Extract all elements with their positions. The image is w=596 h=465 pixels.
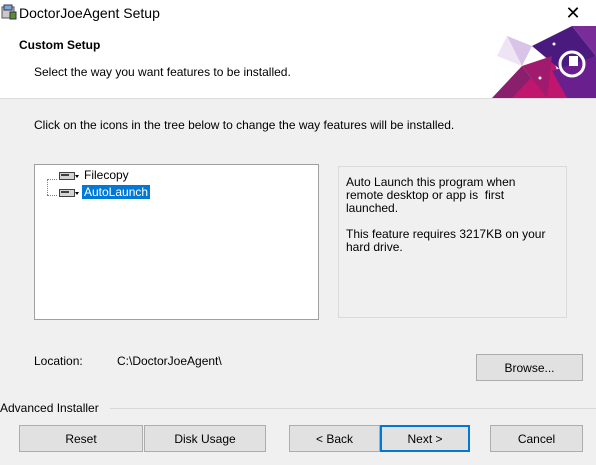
header-banner: Custom Setup Select the way you want fea… [0,26,596,99]
location-label: Location: [34,354,83,368]
window-title: DoctorJoeAgent Setup [19,5,160,21]
tree-instruction: Click on the icons in the tree below to … [34,118,455,132]
close-icon: ✕ [565,3,581,23]
drive-icon[interactable] [59,187,80,198]
tree-connector [47,195,57,196]
tree-item-label: AutoLaunch [82,185,151,199]
next-button[interactable]: Next > [380,425,470,452]
feature-tree[interactable]: Filecopy AutoLaunch [34,164,319,320]
drive-icon[interactable] [59,170,80,181]
branding-label: Advanced Installer [0,401,99,415]
divider [110,408,596,409]
browse-button[interactable]: Browse... [476,354,583,381]
back-button[interactable]: < Back [289,425,380,452]
disk-usage-button[interactable]: Disk Usage [144,425,266,452]
location-value: C:\DoctorJoeAgent\ [117,354,222,368]
tree-connector [47,179,57,180]
page-title: Custom Setup [19,38,101,52]
installer-icon [1,4,17,20]
tree-connector [47,179,48,195]
disk-requirement-text: This feature requires 3217KB on your har… [346,227,546,254]
reset-button[interactable]: Reset [19,425,143,452]
tree-item-autolaunch[interactable]: AutoLaunch [59,184,151,200]
tree-item-filecopy[interactable]: Filecopy [59,167,131,183]
title-bar: DoctorJoeAgent Setup ✕ [0,0,596,26]
product-logo-icon [492,26,596,98]
feature-description: Auto Launch this program when remote des… [338,166,567,318]
page-subtitle: Select the way you want features to be i… [34,65,291,79]
cancel-button[interactable]: Cancel [490,425,583,452]
close-button[interactable]: ✕ [550,0,596,26]
description-text: Auto Launch this program when remote des… [346,175,516,215]
tree-item-label: Filecopy [84,168,129,182]
